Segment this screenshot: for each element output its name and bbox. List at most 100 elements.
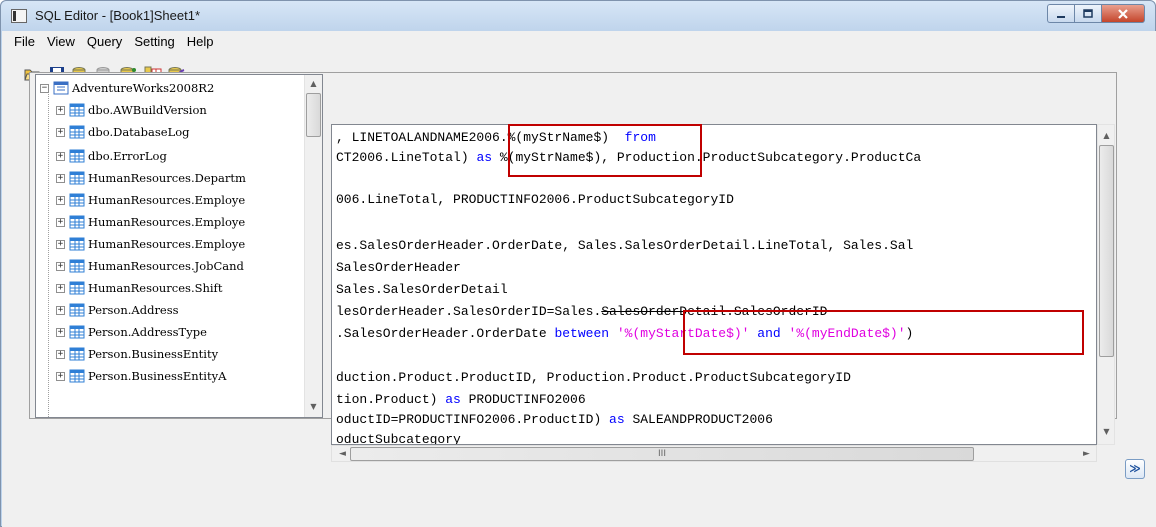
minimize-icon — [1057, 15, 1065, 18]
code-line[interactable]: .SalesOrderHeader.OrderDate between '%(m… — [336, 325, 913, 343]
sql-string-literal: '%(myEndDate$)' — [788, 326, 906, 341]
tree-item-label: HumanResources.Employe — [88, 193, 246, 207]
expand-icon[interactable]: + — [56, 151, 65, 161]
window-title: SQL Editor - [Book1]Sheet1* — [35, 8, 201, 23]
sql-keyword: as — [445, 392, 461, 407]
expand-panel-button[interactable]: ≫ — [1125, 459, 1145, 479]
minimize-button[interactable] — [1047, 4, 1074, 23]
database-tree[interactable]: − AdventureWorks2008R2 + dbo.AWBuildVersi… — [35, 74, 323, 418]
sql-keyword: between — [554, 326, 610, 341]
expand-icon[interactable]: + — [56, 305, 65, 315]
code-line[interactable]: duction.Product.ProductID, Production.Pr… — [336, 369, 851, 387]
table-icon — [69, 347, 85, 361]
code-line[interactable]: , LINETOALANDNAME2006.%(myStrName$) from — [336, 129, 656, 147]
table-icon — [69, 325, 85, 339]
menu-help[interactable]: Help — [181, 34, 220, 49]
expand-icon[interactable]: + — [56, 195, 65, 205]
expand-icon[interactable]: + — [56, 327, 65, 337]
code-line[interactable]: Sales.SalesOrderDetail — [336, 281, 508, 299]
table-icon — [69, 171, 85, 185]
code-line[interactable]: lesOrderHeader.SalesOrderID=Sales.SalesO… — [336, 303, 828, 321]
code-text: Sales.SalesOrderDetail — [336, 282, 508, 297]
expand-icon[interactable]: + — [56, 173, 65, 183]
scroll-up-icon[interactable]: ▲ — [305, 75, 322, 92]
tree-item[interactable]: + HumanResources.Employe — [56, 233, 245, 255]
close-button[interactable] — [1101, 4, 1145, 23]
app-icon — [11, 9, 27, 23]
code-text: duction.Product.ProductID, Production.Pr… — [336, 370, 851, 385]
code-vertical-scrollbar[interactable]: ▲ ▼ — [1097, 124, 1115, 445]
code-text: tion.Product) — [336, 392, 446, 407]
expand-icon[interactable]: + — [56, 349, 65, 359]
table-icon — [69, 303, 85, 317]
tree-root[interactable]: − AdventureWorks2008R2 — [40, 77, 214, 99]
code-text: lesOrderHeader.SalesOrderID=Sales. — [336, 304, 602, 319]
tree-item[interactable]: + Person.BusinessEntity — [56, 343, 218, 365]
tree-item[interactable]: + Person.AddressType — [56, 321, 207, 343]
scroll-left-icon[interactable]: ◄ — [334, 446, 351, 463]
scroll-up-icon[interactable]: ▲ — [1098, 127, 1115, 144]
tree-vertical-scrollbar[interactable]: ▲ ▼ — [304, 75, 322, 417]
table-icon — [69, 103, 85, 117]
expand-icon[interactable]: + — [56, 283, 65, 293]
scroll-right-icon[interactable]: ► — [1078, 446, 1095, 463]
tree-item[interactable]: + dbo.ErrorLog — [56, 145, 167, 167]
sql-code-editor[interactable]: , LINETOALANDNAME2006.%(myStrName$) from… — [331, 124, 1097, 445]
code-line[interactable]: oductSubcategory — [336, 431, 461, 444]
tree-item[interactable]: + HumanResources.Shift — [56, 277, 222, 299]
code-line[interactable]: 006.LineTotal, PRODUCTINFO2006.ProductSu… — [336, 191, 734, 209]
sql-string-literal: '%(myStartDate$)' — [616, 326, 750, 341]
tree-item-label: Person.AddressType — [88, 325, 207, 339]
menu-query[interactable]: Query — [81, 34, 128, 49]
tree-item[interactable]: + HumanResources.JobCand — [56, 255, 244, 277]
tree-item[interactable]: + Person.Address — [56, 299, 179, 321]
code-text: 006.LineTotal, PRODUCTINFO2006.ProductSu… — [336, 192, 734, 207]
tree-item[interactable]: + dbo.DatabaseLog — [56, 121, 190, 143]
table-icon — [69, 125, 85, 139]
maximize-button[interactable] — [1074, 4, 1101, 23]
code-line[interactable]: tion.Product) as PRODUCTINFO2006 — [336, 391, 586, 409]
scroll-down-icon[interactable]: ▼ — [305, 398, 322, 415]
code-scroll-thumb[interactable] — [1099, 145, 1114, 357]
expand-icon[interactable]: + — [56, 217, 65, 227]
menu-setting[interactable]: Setting — [128, 34, 180, 49]
code-text: ) — [905, 326, 914, 341]
menu-file[interactable]: File — [8, 34, 41, 49]
tree-item-label: Person.Address — [88, 303, 179, 317]
expand-icon[interactable]: + — [56, 371, 65, 381]
expand-icon[interactable]: + — [56, 105, 65, 115]
menu-view[interactable]: View — [41, 34, 81, 49]
database-icon — [53, 81, 69, 95]
tree-item[interactable]: + dbo.AWBuildVersion — [56, 99, 207, 121]
collapse-icon[interactable]: − — [40, 83, 49, 93]
table-icon — [69, 281, 85, 295]
code-hscroll-thumb[interactable]: III — [350, 447, 974, 461]
tree-item-label: HumanResources.Employe — [88, 237, 246, 251]
tree-item[interactable]: + HumanResources.Departm — [56, 167, 246, 189]
close-icon — [1118, 8, 1128, 19]
code-horizontal-scrollbar[interactable]: ◄ III ► — [331, 445, 1097, 462]
code-line[interactable]: CT2006.LineTotal) as %(myStrName$), Prod… — [336, 149, 921, 167]
code-line[interactable]: oductID=PRODUCTINFO2006.ProductID) as SA… — [336, 411, 773, 429]
code-text: .SalesOrderHeader.OrderDate — [336, 326, 555, 341]
tree-root-label: AdventureWorks2008R2 — [72, 81, 215, 95]
expand-icon[interactable]: + — [56, 239, 65, 249]
code-line[interactable]: es.SalesOrderHeader.OrderDate, Sales.Sal… — [336, 237, 913, 255]
code-text: , LINETOALANDNAME2006.%(myStrName$) — [336, 130, 617, 145]
table-icon — [69, 193, 85, 207]
tree-item[interactable]: + Person.BusinessEntityA — [56, 365, 226, 387]
sql-keyword: as — [609, 412, 625, 427]
code-text: SALEANDPRODUCT2006 — [624, 412, 773, 427]
expand-icon[interactable]: + — [56, 127, 65, 137]
tree-item[interactable]: + HumanResources.Employe — [56, 189, 245, 211]
tree-guide-line — [48, 89, 49, 417]
tree-scroll-thumb[interactable] — [306, 93, 321, 137]
code-line[interactable]: SalesOrderHeader — [336, 259, 461, 277]
scroll-down-icon[interactable]: ▼ — [1098, 423, 1115, 440]
sql-keyword: as — [476, 150, 493, 165]
expand-icon[interactable]: + — [56, 261, 65, 271]
title-bar[interactable]: SQL Editor - [Book1]Sheet1* — [1, 1, 1155, 31]
code-text: oductID=PRODUCTINFO2006.ProductID) — [336, 412, 610, 427]
tree-item[interactable]: + HumanResources.Employe — [56, 211, 245, 233]
